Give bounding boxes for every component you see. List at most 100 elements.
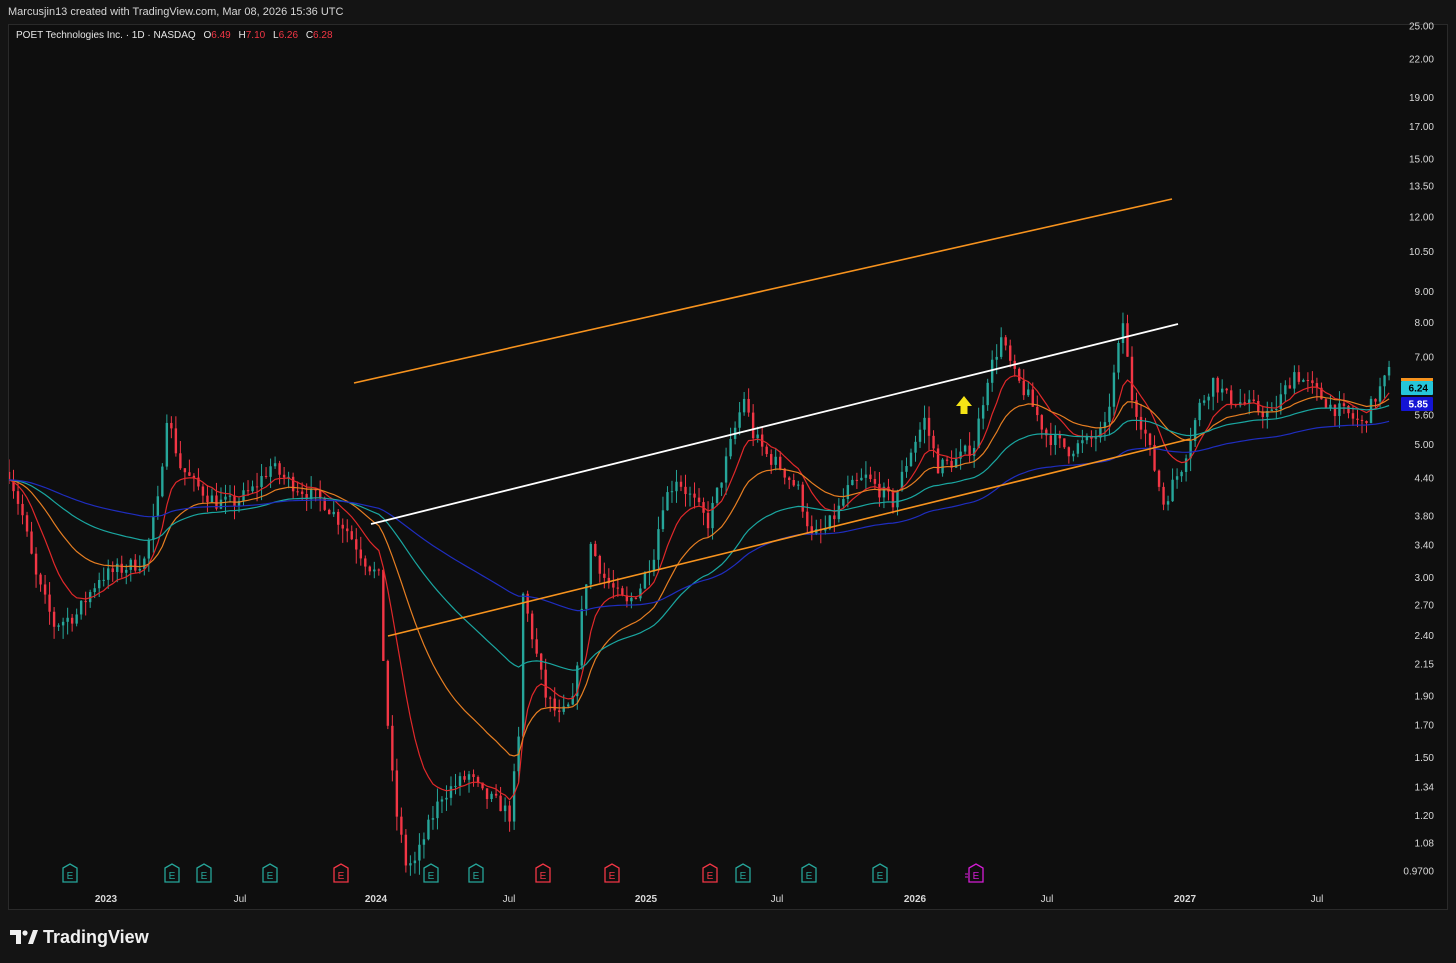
earnings-marker-miss[interactable]: E [702, 863, 718, 883]
candle-body [440, 799, 444, 802]
tradingview-logo[interactable]: TradingView [10, 926, 149, 948]
candle [927, 406, 931, 450]
candle [526, 590, 529, 622]
candle [458, 772, 462, 796]
candle-body [43, 584, 47, 595]
candle-body [188, 472, 191, 476]
candle [1063, 438, 1066, 449]
candle [607, 568, 611, 589]
candle-body [923, 417, 926, 430]
candle [251, 480, 254, 494]
earnings-label: E [609, 871, 616, 882]
candle [779, 451, 782, 471]
candle-body [1356, 418, 1359, 420]
candle [1225, 387, 1228, 394]
earnings-marker-past[interactable]: E [196, 863, 212, 883]
candle-body [670, 491, 674, 493]
candle-body [797, 484, 800, 486]
candle [1121, 312, 1125, 354]
candle-body [179, 453, 182, 469]
candle-body [1027, 389, 1030, 396]
candle-body [57, 625, 60, 627]
price-chart[interactable]: 25.00 22.00 19.00 17.00 15.00 13.50 12.00 10.50… [0, 0, 1456, 910]
ma-slow-line [9, 404, 1390, 671]
candle [1252, 389, 1255, 404]
y-tick-label: 10.50 [1409, 247, 1434, 258]
candle-body [373, 569, 376, 572]
y-tick-label: 2.40 [1415, 631, 1435, 642]
candle [264, 467, 268, 479]
candle-body [1180, 471, 1183, 477]
earnings-marker-past[interactable]: E [62, 863, 78, 883]
candle [183, 468, 187, 486]
candle [309, 476, 313, 509]
candle [152, 503, 155, 553]
candle [445, 785, 448, 811]
earnings-marker-past[interactable]: E [423, 863, 439, 883]
earnings-marker-future[interactable]: E [965, 863, 984, 883]
candle [1162, 482, 1165, 511]
candle-body [34, 553, 38, 575]
candle-body [553, 698, 556, 711]
candle-body [927, 417, 931, 436]
candle-body [255, 486, 259, 488]
earnings-label: E [877, 871, 884, 882]
earnings-marker-past[interactable]: E [468, 863, 484, 883]
candle [138, 555, 141, 574]
tradingview-logo-icon [10, 930, 38, 944]
earnings-marker-past[interactable]: E [262, 863, 278, 883]
earnings-marker-past[interactable]: E [801, 863, 817, 883]
candle [797, 480, 800, 490]
earnings-marker-miss[interactable]: E [333, 863, 349, 883]
candle [1220, 379, 1224, 401]
y-tick-label: 8.00 [1415, 318, 1435, 329]
candle [179, 441, 182, 470]
earnings-marker-past[interactable]: E [735, 863, 751, 883]
candle [963, 444, 967, 455]
candle [1153, 435, 1156, 472]
candle-body [125, 569, 128, 573]
candle-body [84, 600, 87, 603]
earnings-marker-miss[interactable]: E [604, 863, 620, 883]
candle [66, 607, 69, 635]
candle [174, 416, 178, 457]
earnings-marker-miss[interactable]: E [535, 863, 551, 883]
candle [738, 401, 741, 436]
candle-body [724, 456, 728, 483]
candle [431, 806, 435, 830]
candle [512, 763, 516, 830]
candle [679, 475, 683, 492]
candle [819, 519, 822, 544]
candle [418, 833, 421, 875]
candle [296, 481, 299, 496]
candle-body [1049, 435, 1053, 446]
earnings-marker-past[interactable]: E [164, 863, 180, 883]
candle [1027, 382, 1030, 397]
candle-body [1094, 437, 1098, 439]
candle-body [233, 495, 236, 507]
candle-body [598, 555, 602, 574]
candle-body [449, 786, 453, 798]
candle-body [1302, 380, 1305, 382]
y-tick-label: 12.00 [1409, 212, 1434, 223]
candle [278, 460, 281, 485]
y-tick-label: 17.00 [1409, 122, 1434, 133]
candle-body [134, 559, 137, 571]
candle-body [485, 788, 489, 800]
candle-body [1284, 385, 1287, 395]
candle [260, 464, 263, 501]
candle-body [79, 600, 83, 615]
candle-body [75, 614, 78, 624]
candle-body [1072, 453, 1075, 457]
candle-body [1374, 398, 1377, 402]
candle [1058, 430, 1062, 449]
candle-body [300, 491, 304, 495]
x-tick-label: Jul [503, 894, 516, 905]
candle-body [621, 588, 624, 596]
candle [688, 486, 692, 507]
candle-body [445, 797, 448, 800]
earnings-marker-past[interactable]: E [872, 863, 888, 883]
candle-body [1054, 434, 1057, 446]
earnings-label: E [740, 871, 747, 882]
candle-body [945, 459, 949, 461]
